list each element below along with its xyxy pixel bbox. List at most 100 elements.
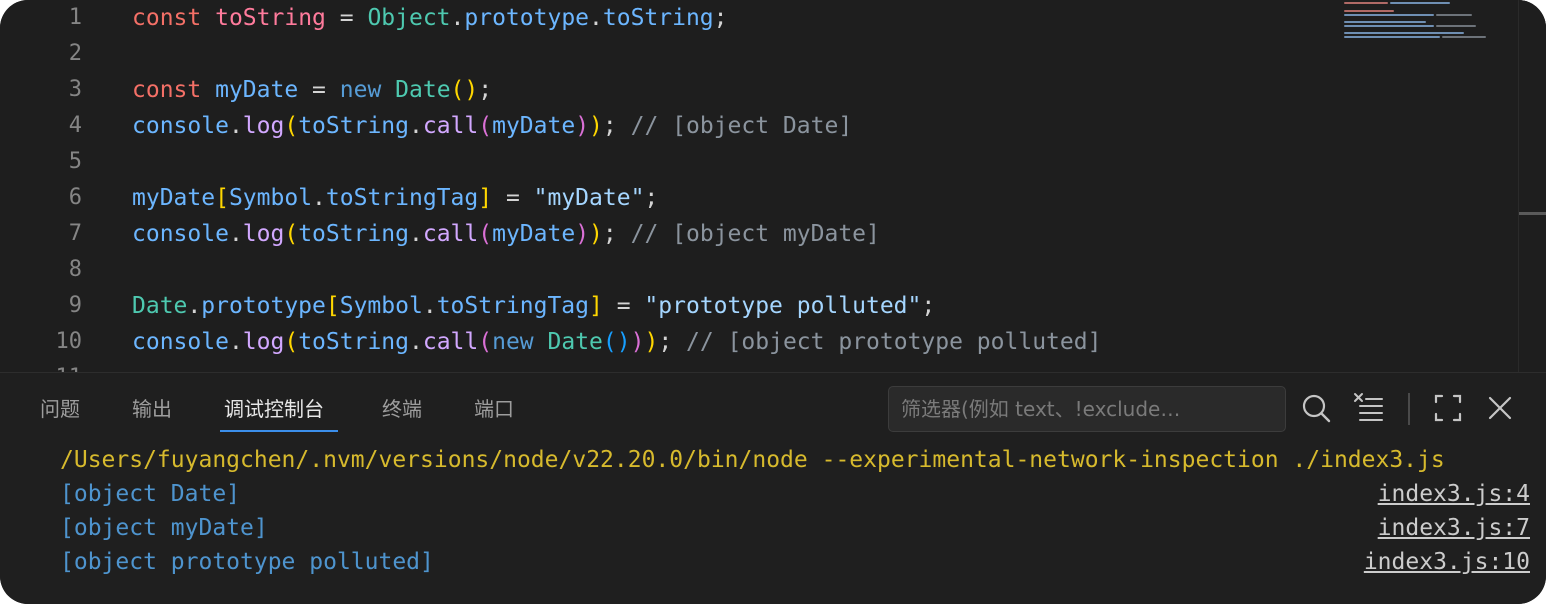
line-number: 10 [55,329,83,354]
filter-input[interactable] [901,387,1271,431]
tab-terminal[interactable]: 终端 [382,393,422,431]
minimap[interactable] [1340,0,1516,60]
code-token: . [228,221,243,247]
console-output-line: [object prototype polluted] [60,549,434,575]
code-token: myDate [492,221,576,247]
code-token: ( [284,329,299,355]
code-token: myDate [132,185,216,211]
code-token: // [object Date] [630,113,853,139]
code-line[interactable]: 4 console.log(toString.call(myDate)); // … [0,108,1516,144]
code-token: = [602,293,645,319]
line-number: 9 [68,293,82,318]
code-token: = [325,5,368,31]
code-token: [ [325,293,340,319]
code-token: ) [589,113,603,139]
source-link[interactable]: index3.js:10 [1364,545,1530,579]
tab-problems[interactable]: 问题 [40,393,80,431]
code-token: Date [132,293,188,319]
code-line[interactable]: 1 const toString = Object.prototype.toStr… [0,0,1516,36]
line-number: 5 [68,149,82,174]
tab-ports[interactable]: 端口 [474,393,514,431]
bottom-panel: 问题 输出 调试控制台 终端 端口 筛选器(例如 text、!exclude… … [0,372,1546,604]
code-token: ] [589,293,603,319]
code-token: // [object prototype polluted] [686,329,1102,355]
code-token: console [132,329,229,355]
code-token: . [228,329,243,355]
code-token: call [422,221,479,247]
code-token: toString [298,113,409,139]
code-token: ) [644,329,659,355]
code-line[interactable]: 6 myDate[Symbol.toStringTag] = "myDate"; [0,180,1516,216]
ide-window: 1 const toString = Object.prototype.toStr… [0,0,1546,604]
code-token: ) [575,221,590,247]
code-token: log [242,221,285,247]
code-token: () [602,329,631,355]
tab-output[interactable]: 输出 [132,393,172,431]
tab-debug-console[interactable]: 调试控制台 [224,393,324,431]
code-token: ( [284,221,299,247]
code-line[interactable]: 9 Date.prototype[Symbol.toStringTag] = "p… [0,288,1516,324]
code-token: = [492,185,534,211]
editor-scrollbar-track[interactable] [1518,0,1546,372]
code-line[interactable]: 10 console.log(toString.call(new Date()))… [0,324,1516,360]
code-token: . [312,185,326,211]
code-token: ; [921,293,936,319]
code-text: myDate[Symbol.toStringTag] = "myDate"; [132,180,658,216]
code-token: ; [478,77,493,103]
code-token: . [422,293,437,319]
close-icon[interactable] [1484,391,1516,425]
source-link[interactable]: index3.js:4 [1378,477,1530,511]
code-token: const [132,77,202,103]
clear-console-icon[interactable] [1352,391,1384,425]
console-output-line: [object Date] [60,481,241,507]
code-token: toStringTag [436,293,590,319]
code-token: "prototype polluted" [644,293,922,319]
code-token: console [132,221,229,247]
code-token: . [187,293,202,319]
code-token: Date [547,329,603,355]
code-line[interactable]: 8 [0,252,1516,288]
code-line[interactable]: 5 [0,144,1516,180]
code-token: Object [367,5,451,31]
code-token: prototype [201,293,326,319]
code-token: . [450,5,465,31]
code-text: const toString = Object.prototype.toStri… [132,0,728,36]
code-token: new [492,329,534,355]
maximize-icon[interactable] [1432,391,1464,425]
source-link[interactable]: index3.js:7 [1378,511,1530,545]
code-token: console [132,113,229,139]
code-token: toString [298,221,409,247]
code-token: . [408,329,423,355]
console-filter[interactable] [888,386,1286,432]
code-line[interactable]: 7 console.log(toString.call(myDate)); // … [0,216,1516,252]
console-output-line: [object myDate] [60,515,268,541]
code-text: Date.prototype[Symbol.toStringTag] = "pr… [132,288,935,324]
code-line[interactable]: 2 [0,36,1516,72]
code-line[interactable]: 3 const myDate = new Date(); [0,72,1516,108]
search-icon[interactable] [1300,391,1332,425]
editor-scrollbar-thumb[interactable] [1519,212,1546,215]
code-text: const myDate = new Date(); [132,72,492,108]
code-token: myDate [215,77,299,103]
code-token: ) [630,329,645,355]
code-token: . [408,113,423,139]
code-token: [ [215,185,229,211]
code-token: ] [478,185,493,211]
code-editor[interactable]: 1 const toString = Object.prototype.toStr… [0,0,1546,372]
code-text: console.log(toString.call(myDate)); // [… [132,216,880,252]
code-line[interactable]: 11 [0,360,1516,372]
code-token: Symbol [339,293,423,319]
code-token: myDate [492,113,576,139]
toolbar-divider [1408,393,1410,425]
code-token: log [242,329,285,355]
line-number: 3 [68,77,82,102]
code-token: ; [602,113,631,139]
code-token: ) [589,221,603,247]
code-text: console.log(toString.call(new Date())); … [132,324,1101,360]
code-token: toString [298,329,409,355]
code-token: const [132,5,202,31]
code-token: ; [602,221,631,247]
code-token: // [object myDate] [630,221,880,247]
